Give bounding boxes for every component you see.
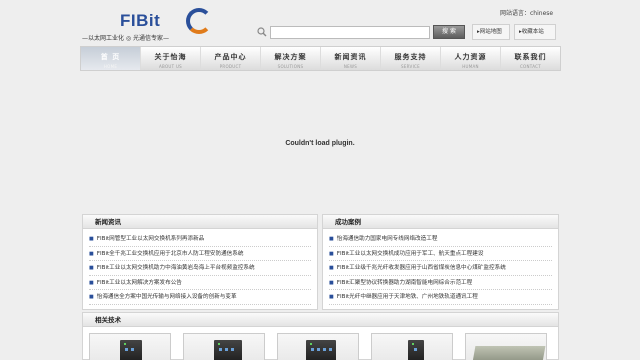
bullet-icon: ■ xyxy=(329,236,334,242)
news-item[interactable]: ■ FIBit工业以太网解决方案发布公告 xyxy=(89,276,311,290)
case-item[interactable]: ■ FIBit工业级千兆光纤收发器应用于山西省煤炭信息中心煤矿监控系统 xyxy=(329,261,552,276)
bullet-icon: ■ xyxy=(329,279,334,286)
nav-label: 关于怡海 xyxy=(154,53,187,61)
product-thumbnail[interactable] xyxy=(277,333,359,360)
bullet-icon: ■ xyxy=(329,250,334,257)
search-icon xyxy=(256,26,268,38)
favorite-link[interactable]: ▸收藏本站 xyxy=(514,24,556,40)
related-tech-panel: 相关技术 xyxy=(82,312,559,360)
language-selector[interactable]: 网站语言：chinese xyxy=(500,8,553,17)
case-item-text: FIBit汇聚型协议转换器助力湖南智能电网综合示范工程 xyxy=(336,279,473,286)
nav-label: 人力资源 xyxy=(454,53,487,61)
nav-item-news[interactable]: 新闻资讯 NEWS xyxy=(321,47,381,70)
converter-device-image xyxy=(408,340,424,360)
case-item[interactable]: ■ FIBit汇聚型协议转换器助力湖南智能电网综合示范工程 xyxy=(329,276,552,290)
nav-sublabel: PRODUCT xyxy=(219,64,242,69)
nav-item-contact[interactable]: 联系我们 CONTACT xyxy=(501,47,560,70)
nav-item-home[interactable]: 首 页 HOME xyxy=(81,47,141,70)
plugin-error-message: Couldn't load plugin. xyxy=(285,140,355,147)
nav-sublabel: HUMAN xyxy=(462,64,479,69)
news-item-text: FIBit工业以太网解决方案发布公告 xyxy=(96,279,182,286)
search-button[interactable]: 搜 索 xyxy=(433,25,465,39)
related-tech-title: 相关技术 xyxy=(83,313,558,327)
logo-swoosh xyxy=(186,8,212,34)
nav-label: 新闻资讯 xyxy=(334,53,367,61)
news-item[interactable]: ■ 怡海通信全方案中国光传输与网络接入设备的创新与变革 xyxy=(89,290,311,305)
case-item[interactable]: ■ 怡海通信助力国家电网专线网络改造工程 xyxy=(329,232,552,247)
case-item-text: FIBit工业级千兆光纤收发器应用于山西省煤炭信息中心煤矿监控系统 xyxy=(336,265,506,271)
case-item[interactable]: ■ FIBit工业以太网交换机成功应用于军工、航天重点工程建设 xyxy=(329,247,552,261)
cases-panel-title: 成功案例 xyxy=(323,215,558,229)
bullet-icon: ■ xyxy=(329,265,334,271)
bullet-icon: ■ xyxy=(89,236,94,242)
nav-item-product[interactable]: 产品中心 PRODUCT xyxy=(201,47,261,70)
case-item-text: FIBit光纤中继器应用于天津地铁、广州地铁轨道通讯工程 xyxy=(336,294,478,300)
nav-sublabel: NEWS xyxy=(343,64,358,69)
case-item[interactable]: ■ FIBit光纤中继器应用于天津地铁、广州地铁轨道通讯工程 xyxy=(329,290,552,305)
nav-label: 产品中心 xyxy=(214,53,247,61)
switch-device-image xyxy=(306,340,336,360)
main-nav: 首 页 HOME 关于怡海 ABOUT US 产品中心 PRODUCT 解决方案… xyxy=(80,46,561,71)
nav-label: 首 页 xyxy=(100,53,121,61)
nav-sublabel: ABOUT US xyxy=(158,64,183,69)
chassis-device-image xyxy=(472,346,546,360)
bullet-icon: ■ xyxy=(329,294,334,300)
product-thumbnail[interactable] xyxy=(89,333,171,360)
case-item-text: FIBit工业以太网交换机成功应用于军工、航天重点工程建设 xyxy=(336,250,484,257)
logo-text[interactable]: FIBit xyxy=(120,11,160,31)
nav-label: 联系我们 xyxy=(514,53,547,61)
news-item-text: FIBit工业以太网交换机助力中海油黄岩岛海上平台视频监控系统 xyxy=(96,265,255,271)
product-thumbnail[interactable] xyxy=(183,333,265,360)
bullet-icon: ■ xyxy=(89,250,94,257)
cases-panel: 成功案例 ■ 怡海通信助力国家电网专线网络改造工程 ■ FIBit工业以太网交换机成… xyxy=(322,214,559,310)
nav-item-about[interactable]: 关于怡海 ABOUT US xyxy=(141,47,201,70)
news-item-text: FIBit全千兆工业交换机应用于北京市人防工程安防通信系统 xyxy=(96,250,244,257)
nav-label: 解决方案 xyxy=(274,53,307,61)
news-item[interactable]: ■ FIBit网管型工业以太网交换机系列再添新品 xyxy=(89,232,311,247)
switch-device-image xyxy=(214,340,242,360)
product-thumbnail[interactable] xyxy=(371,333,453,360)
sitemap-label: 网站地图 xyxy=(479,29,502,35)
bullet-icon: ■ xyxy=(89,279,94,286)
slogan: —以太网工业化 ◎ 光通信专家— xyxy=(82,35,170,42)
bullet-icon: ■ xyxy=(89,294,94,300)
sitemap-link[interactable]: ▸网站地图 xyxy=(472,24,510,40)
news-panel: 新闻资讯 ■ FIBit网管型工业以太网交换机系列再添新品 ■ FIBit全千兆工业… xyxy=(82,214,318,310)
news-item-text: FIBit网管型工业以太网交换机系列再添新品 xyxy=(96,236,205,242)
news-item[interactable]: ■ FIBit工业以太网交换机助力中海油黄岩岛海上平台视频监控系统 xyxy=(89,261,311,276)
nav-item-service[interactable]: 服务支持 SERVICE xyxy=(381,47,441,70)
switch-device-image xyxy=(120,340,142,360)
favorite-label: 收藏本站 xyxy=(521,29,544,35)
news-item[interactable]: ■ FIBit全千兆工业交换机应用于北京市人防工程安防通信系统 xyxy=(89,247,311,261)
bullet-icon: ■ xyxy=(89,265,94,271)
product-thumbnail[interactable] xyxy=(465,333,547,360)
nav-label: 服务支持 xyxy=(394,53,427,61)
case-item-text: 怡海通信助力国家电网专线网络改造工程 xyxy=(336,236,438,242)
news-panel-title: 新闻资讯 xyxy=(83,215,317,229)
nav-sublabel: SERVICE xyxy=(401,64,420,69)
nav-sublabel: HOME xyxy=(103,64,118,69)
news-item-text: 怡海通信全方案中国光传输与网络接入设备的创新与变革 xyxy=(96,294,237,300)
nav-sublabel: SOLUTIONS xyxy=(277,64,304,69)
nav-item-human[interactable]: 人力资源 HUMAN xyxy=(441,47,501,70)
nav-item-solutions[interactable]: 解决方案 SOLUTIONS xyxy=(261,47,321,70)
search-input[interactable] xyxy=(270,26,430,39)
nav-sublabel: CONTACT xyxy=(519,64,542,69)
